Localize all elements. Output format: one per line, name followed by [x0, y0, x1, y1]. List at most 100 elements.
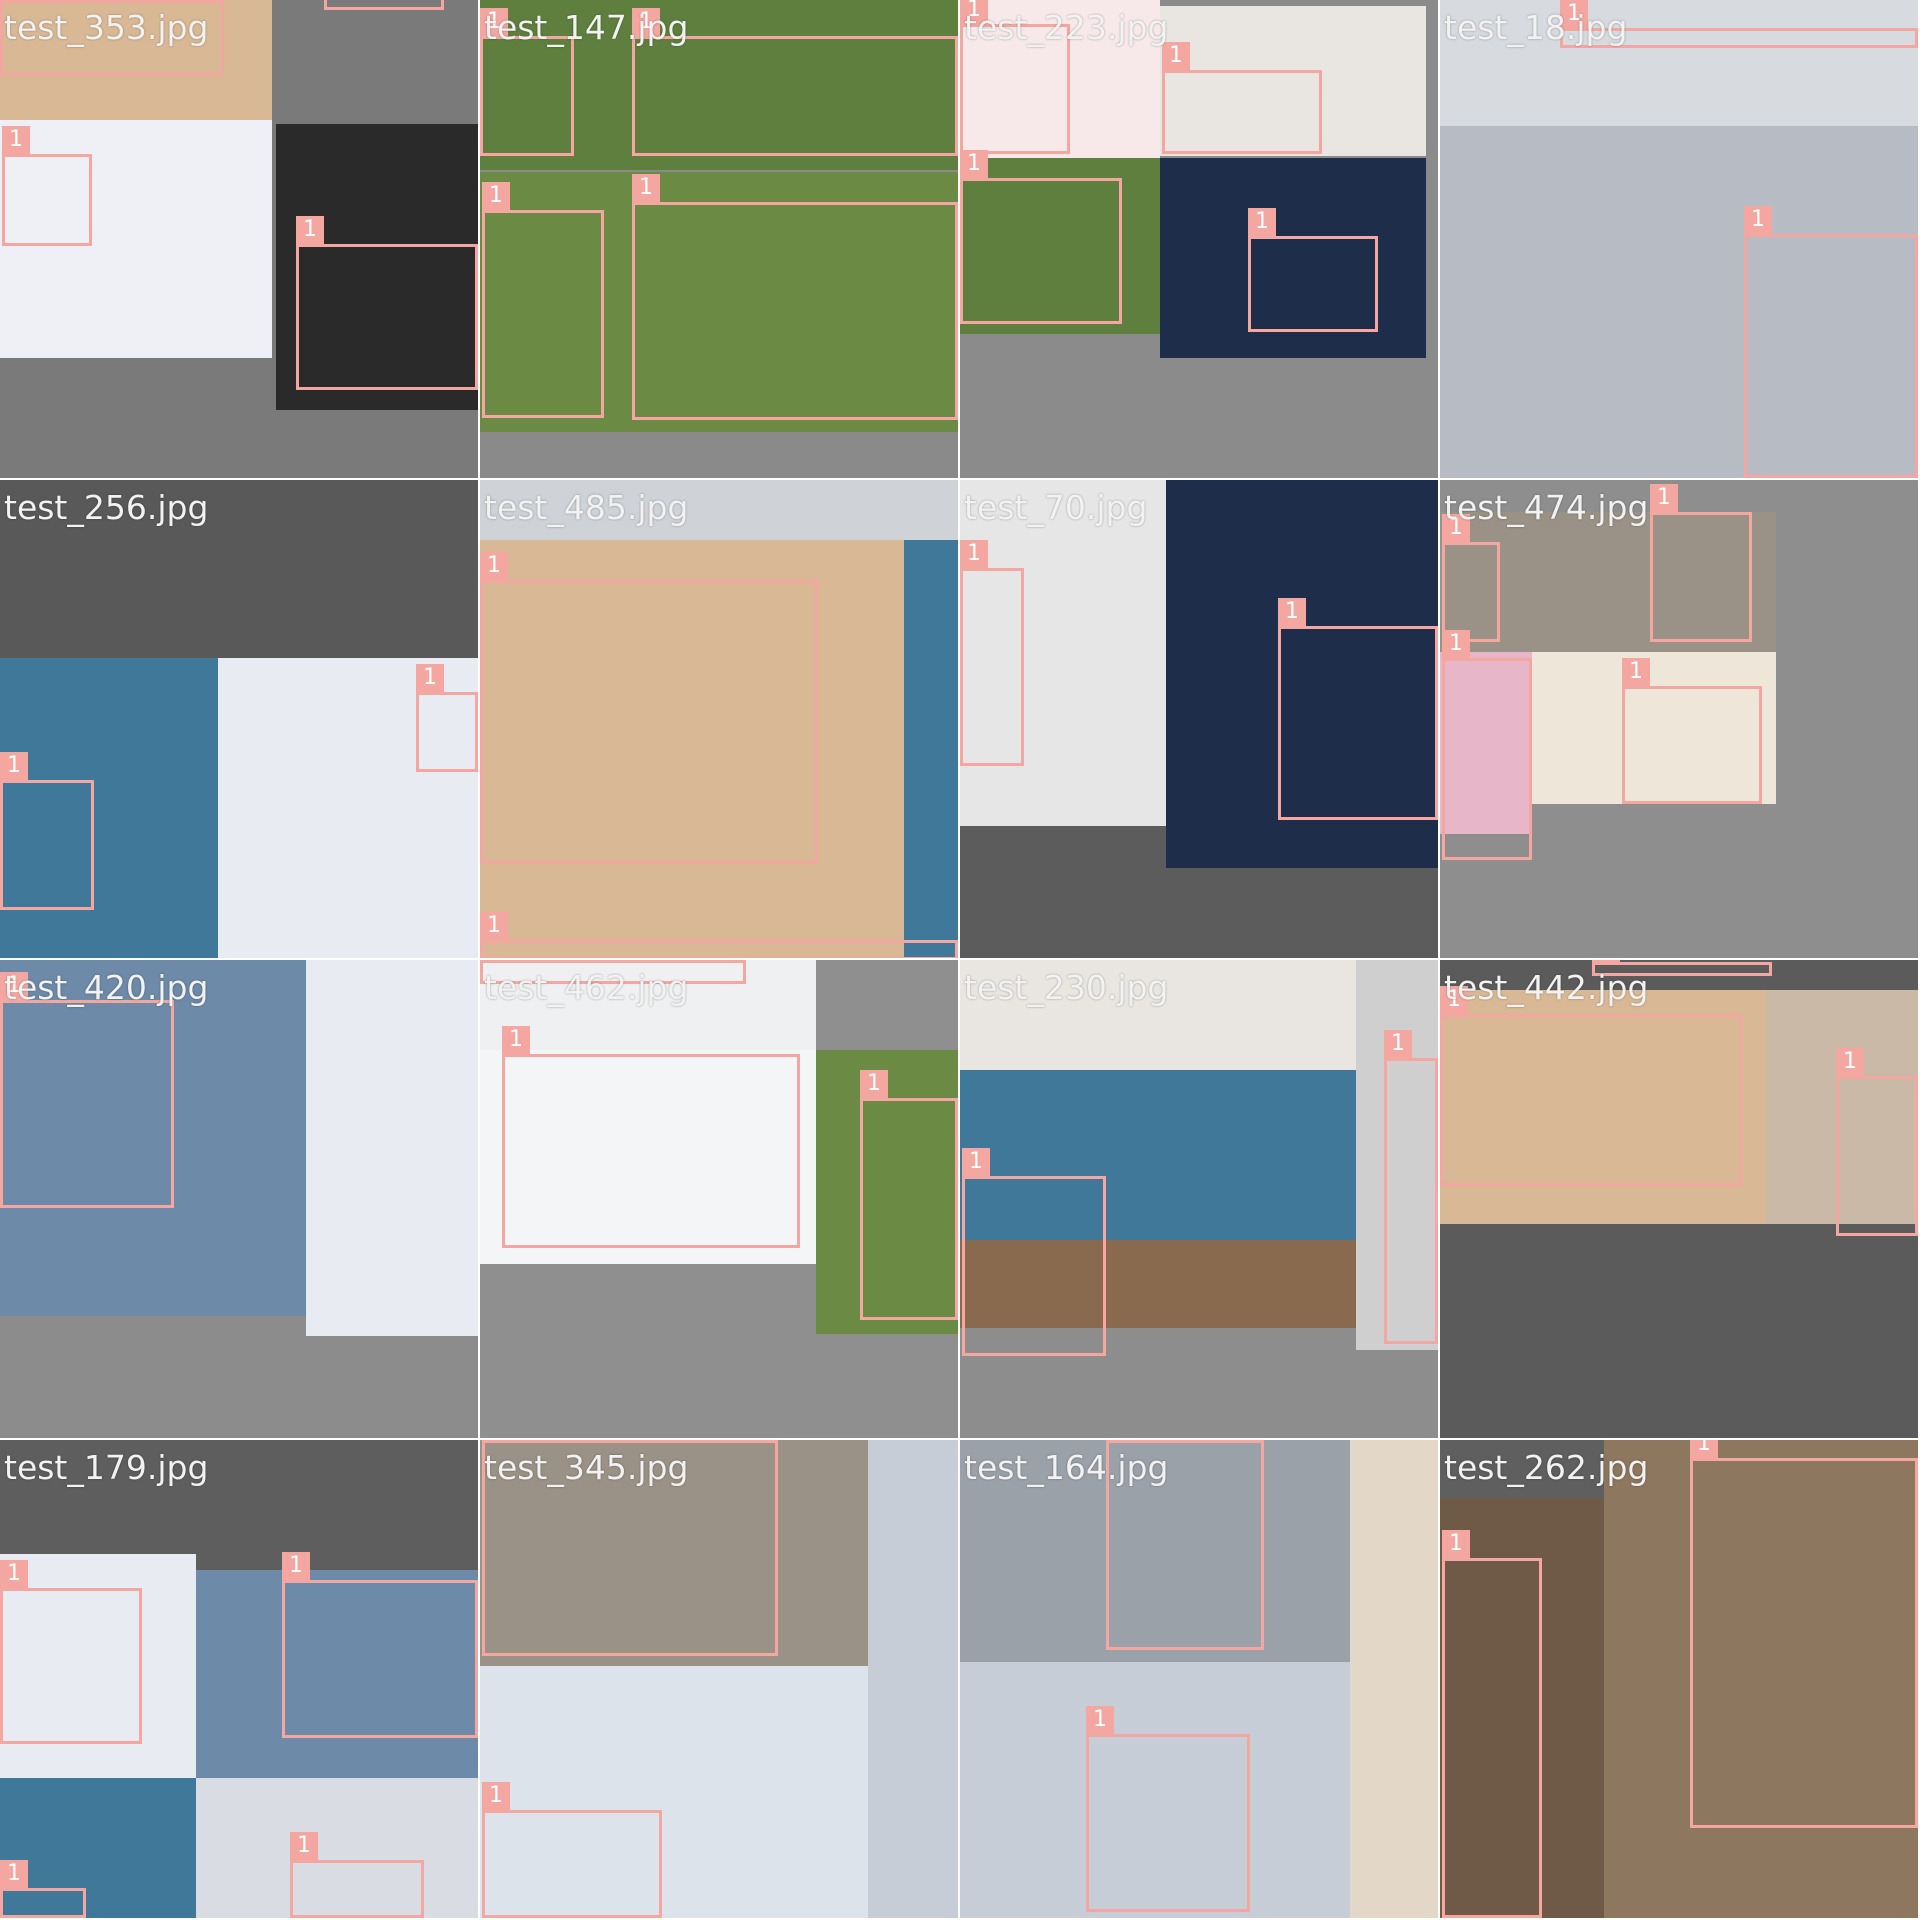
- class-label: 1: [282, 1552, 310, 1580]
- detection-box[interactable]: 1: [480, 8, 574, 156]
- detection-box[interactable]: 1: [1248, 208, 1378, 332]
- detection-box[interactable]: 1: [632, 8, 958, 156]
- class-label: 1: [480, 552, 508, 580]
- class-label: 1: [480, 912, 508, 940]
- class-label: 1: [502, 1026, 530, 1054]
- class-label: 1: [1086, 1706, 1114, 1734]
- photo-ice: [868, 1440, 958, 1918]
- image-filename: test_474.jpg: [1444, 488, 1649, 527]
- mosaic-tile[interactable]: 1 1 1 1 test_353.jpg: [0, 0, 478, 478]
- class-label: 1: [290, 1832, 318, 1860]
- image-filename: test_223.jpg: [964, 8, 1169, 47]
- detection-box[interactable]: 1: [1744, 206, 1918, 478]
- mosaic-tile[interactable]: 1 1 1 1 test_147.jpg: [480, 0, 958, 478]
- detection-box[interactable]: 1: [960, 150, 1122, 324]
- image-filename: test_262.jpg: [1444, 1448, 1649, 1487]
- detection-box[interactable]: 1: [1278, 598, 1438, 820]
- detection-box[interactable]: 1: [482, 182, 604, 418]
- class-label: 1: [416, 664, 444, 692]
- photo-sofa: [904, 540, 958, 958]
- class-label: 1: [1384, 1030, 1412, 1058]
- class-label: 1: [1836, 1048, 1864, 1076]
- image-filename: test_462.jpg: [484, 968, 689, 1007]
- image-filename: test_230.jpg: [964, 968, 1169, 1007]
- detection-box[interactable]: 1: [632, 174, 958, 420]
- mosaic-tile[interactable]: 1 1 test_345.jpg: [480, 1440, 958, 1918]
- detection-box[interactable]: 1: [1690, 1440, 1918, 1828]
- detection-box[interactable]: 1: [0, 1860, 86, 1918]
- detection-box[interactable]: 1: [0, 752, 94, 910]
- detection-box[interactable]: 1: [1162, 42, 1322, 154]
- image-filename: test_353.jpg: [4, 8, 209, 47]
- class-label: 1: [2, 126, 30, 154]
- detection-box[interactable]: 1: [960, 540, 1024, 766]
- mosaic-tile[interactable]: 1 1 1 1 test_179.jpg: [0, 1440, 478, 1918]
- detection-box[interactable]: 1: [1622, 658, 1762, 804]
- image-filename: test_70.jpg: [964, 488, 1148, 527]
- photo-snow: [306, 960, 478, 1336]
- class-label: 1: [632, 174, 660, 202]
- class-label: 1: [1690, 1440, 1718, 1458]
- detection-box[interactable]: 1: [296, 216, 478, 390]
- detection-box[interactable]: 1: [290, 1832, 424, 1918]
- detection-box[interactable]: 1: [482, 1782, 662, 1918]
- class-label: 1: [1442, 1530, 1470, 1558]
- detection-box[interactable]: 1: [0, 1560, 142, 1744]
- class-label: 1: [482, 182, 510, 210]
- detection-box[interactable]: 1: [962, 1148, 1106, 1356]
- detection-box[interactable]: 1: [480, 552, 818, 864]
- class-label: 1: [1442, 630, 1470, 658]
- detection-box[interactable]: 1: [0, 972, 174, 1208]
- detection-box[interactable]: 1: [1086, 1706, 1250, 1912]
- image-filename: test_256.jpg: [4, 488, 209, 527]
- detection-box[interactable]: 1: [1440, 986, 1742, 1186]
- image-filename: test_420.jpg: [4, 968, 209, 1007]
- class-label: 1: [1592, 960, 1620, 962]
- detection-box[interactable]: 1: [416, 664, 478, 772]
- mosaic-tile[interactable]: 1 1 1 test_442.jpg: [1440, 960, 1918, 1438]
- class-label: 1: [960, 150, 988, 178]
- mosaic-tile[interactable]: 1 1 test_485.jpg: [480, 480, 958, 958]
- mosaic-tile[interactable]: 1 1 test_230.jpg: [960, 960, 1438, 1438]
- detection-box[interactable]: 1: [480, 912, 958, 958]
- mosaic-tile[interactable]: 1 1 1 test_462.jpg: [480, 960, 958, 1438]
- mosaic-tile[interactable]: 1 1 1 1 test_223.jpg: [960, 0, 1438, 478]
- class-label: 1: [1248, 208, 1276, 236]
- detection-box[interactable]: 1: [502, 1026, 800, 1248]
- mosaic-tile[interactable]: 1 1 test_164.jpg: [960, 1440, 1438, 1918]
- class-label: 1: [0, 752, 28, 780]
- detection-box[interactable]: 1: [860, 1070, 958, 1320]
- detection-box[interactable]: 1: [1650, 484, 1752, 642]
- mosaic-tile[interactable]: 1 1 test_256.jpg: [0, 480, 478, 958]
- class-label: 1: [960, 540, 988, 568]
- class-label: 1: [1650, 484, 1678, 512]
- mosaic-tile[interactable]: 1 1 test_70.jpg: [960, 480, 1438, 958]
- detection-box[interactable]: 1: [1836, 1048, 1918, 1236]
- mosaic-tile[interactable]: 1 1 1 1 test_474.jpg: [1440, 480, 1918, 958]
- mosaic-tile[interactable]: 1 1 test_18.jpg: [1440, 0, 1918, 478]
- mosaic-grid: 1 1 1 1 test_353.jpg 1 1 1 1 test_147.jp…: [0, 0, 1920, 1920]
- image-filename: test_179.jpg: [4, 1448, 209, 1487]
- image-filename: test_442.jpg: [1444, 968, 1649, 1007]
- class-label: 1: [1278, 598, 1306, 626]
- detection-box[interactable]: 1: [1442, 1530, 1542, 1918]
- detection-box[interactable]: 1: [1442, 514, 1500, 642]
- class-label: 1: [482, 1782, 510, 1810]
- image-filename: test_345.jpg: [484, 1448, 689, 1487]
- detection-box[interactable]: 1: [282, 1552, 478, 1738]
- class-label: 1: [962, 1148, 990, 1176]
- photo-side: [1350, 1440, 1438, 1918]
- class-label: 1: [296, 216, 324, 244]
- detection-box[interactable]: 1: [324, 0, 444, 10]
- class-label: 1: [0, 1560, 28, 1588]
- detection-box[interactable]: 1: [2, 126, 92, 246]
- image-filename: test_164.jpg: [964, 1448, 1169, 1487]
- mosaic-tile[interactable]: 1 1 test_262.jpg: [1440, 1440, 1918, 1918]
- image-filename: test_147.jpg: [484, 8, 689, 47]
- class-label: 1: [860, 1070, 888, 1098]
- mosaic-tile[interactable]: 1 test_420.jpg: [0, 960, 478, 1438]
- detection-box[interactable]: 1: [1384, 1030, 1438, 1344]
- class-label: 1: [0, 1860, 28, 1888]
- class-label: 1: [1622, 658, 1650, 686]
- detection-box[interactable]: 1: [1442, 630, 1532, 860]
